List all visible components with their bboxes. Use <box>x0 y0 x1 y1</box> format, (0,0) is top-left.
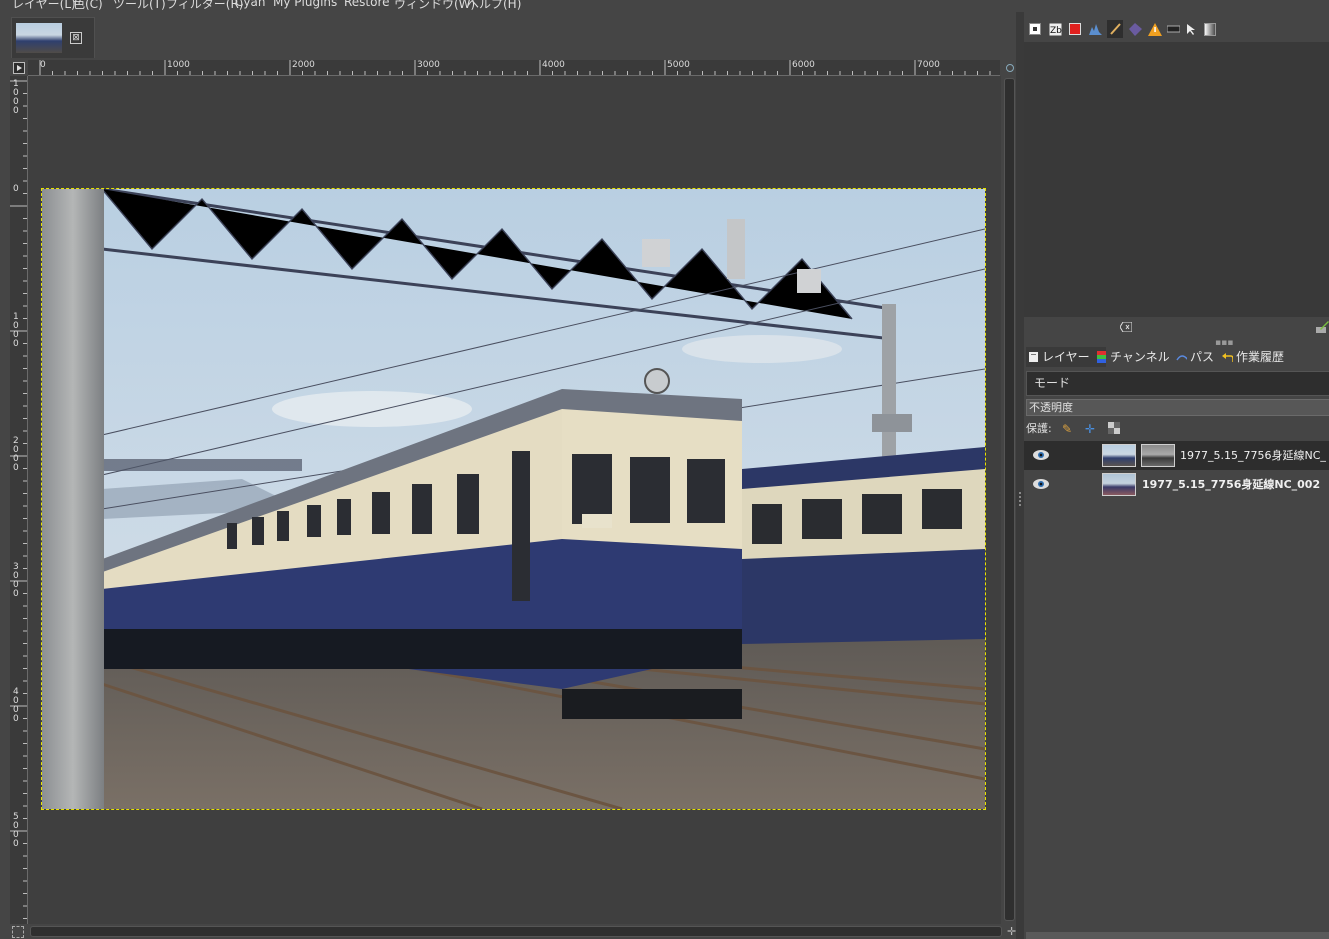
lock-pixels-icon[interactable]: ✎ <box>1060 422 1074 436</box>
dock-footer <box>1024 317 1329 339</box>
tab-paths-label: パス <box>1190 350 1215 364</box>
undo-icon <box>1222 353 1233 362</box>
vertical-ruler[interactable] <box>10 76 28 924</box>
color-swatch-icon[interactable] <box>1067 20 1083 38</box>
tab-undo-history[interactable]: 作業履歴 <box>1220 347 1304 367</box>
dock-divider[interactable] <box>1016 12 1024 939</box>
menubar: レイヤー(L) 色(C) ツール(T) フィルター(R) Cyan My Plu… <box>0 0 1329 12</box>
ruler-label: 3000 <box>13 562 19 599</box>
histogram-icon[interactable] <box>1087 20 1103 38</box>
font-icon[interactable]: Zb <box>1047 20 1063 38</box>
tab-undo-history-label: 作業履歴 <box>1236 350 1285 364</box>
ruler-label: 2000 <box>13 436 19 473</box>
ruler-label: 6000 <box>792 60 815 70</box>
menu-layer[interactable]: レイヤー(L) <box>12 0 76 12</box>
layer-name[interactable]: 1977_5.15_7756身延線NC_ <box>1180 447 1326 463</box>
menu-cyan[interactable]: Cyan <box>235 0 265 9</box>
lock-position-icon[interactable]: ✛ <box>1083 422 1097 436</box>
ruler-label: 4000 <box>13 687 19 724</box>
left-dock-edge <box>0 58 10 939</box>
ruler-label: 1000 <box>13 312 19 349</box>
menu-help[interactable]: ヘルプ(H) <box>467 0 521 12</box>
layer-row[interactable]: 1977_5.15_7756身延線NC_ <box>1024 441 1329 470</box>
navigate-cross-icon[interactable]: ✛ <box>1007 926 1016 937</box>
brush-icon[interactable] <box>1107 20 1123 38</box>
menu-color[interactable]: 色(C) <box>73 0 103 12</box>
ruler-menu-button[interactable] <box>13 62 25 74</box>
menu-tools[interactable]: ツール(T) <box>113 0 166 12</box>
layer-thumbnail[interactable] <box>1102 444 1136 467</box>
navigate-icon[interactable] <box>1006 64 1014 72</box>
pointer-icon[interactable] <box>1183 20 1199 38</box>
opacity-slider[interactable]: 不透明度 <box>1026 399 1329 416</box>
divider-grip[interactable] <box>1019 492 1023 506</box>
ruler-label: 2000 <box>292 60 315 70</box>
menu-windows[interactable]: ウィンドウ(W) <box>394 0 475 12</box>
layer-row[interactable]: 1977_5.15_7756身延線NC_002 <box>1024 470 1329 499</box>
eye-icon[interactable] <box>1032 476 1050 492</box>
scrollbar-thumb[interactable] <box>30 926 1002 937</box>
ruler-label: 0 <box>40 60 46 70</box>
layer-mask-thumbnail[interactable] <box>1141 444 1175 467</box>
image-content[interactable] <box>42 189 985 809</box>
image-icon[interactable] <box>1027 20 1043 38</box>
ruler-label: 0 <box>13 184 19 194</box>
ruler-label: 5000 <box>13 812 19 849</box>
layers-icon <box>1029 352 1038 362</box>
gradient-icon[interactable] <box>1202 20 1218 38</box>
image-tab-thumbnail <box>16 23 62 53</box>
tab-channels-label: チャンネル <box>1110 350 1170 364</box>
ruler-label: 7000 <box>917 60 940 70</box>
tab-layers-label: レイヤー <box>1042 350 1090 364</box>
channels-icon <box>1097 351 1106 363</box>
horizontal-scrollbar[interactable] <box>30 925 1002 938</box>
layer-name[interactable]: 1977_5.15_7756身延線NC_002 <box>1142 476 1320 492</box>
pattern-icon[interactable] <box>1127 20 1143 38</box>
eye-icon[interactable] <box>1032 447 1050 463</box>
svg-text:Zb: Zb <box>1050 26 1062 36</box>
dock-bottom-bar <box>1026 932 1329 939</box>
ruler-label: 5000 <box>667 60 690 70</box>
dock-tab-bar: Zb <box>1024 17 1329 41</box>
lock-label: 保護: <box>1026 422 1052 435</box>
tab-channels[interactable]: チャンネル <box>1094 347 1185 367</box>
quick-mask-icon[interactable] <box>12 926 24 938</box>
edit-icon[interactable] <box>1316 321 1329 333</box>
menu-filters[interactable]: フィルター(R) <box>166 0 243 12</box>
close-icon[interactable]: ⊠ <box>70 32 82 44</box>
warning-icon[interactable] <box>1147 20 1163 38</box>
ruler-label: 1000 <box>167 60 190 70</box>
ruler-label: 1000 <box>13 79 19 116</box>
image-tab-strip: ⊠ <box>0 12 1020 58</box>
ruler-label: 4000 <box>542 60 565 70</box>
backspace-icon[interactable] <box>1120 322 1132 332</box>
layer-thumbnail[interactable] <box>1102 473 1136 496</box>
gradient-editor-icon[interactable] <box>1165 20 1181 38</box>
layer-list[interactable] <box>1024 441 1329 931</box>
ruler-ticks <box>10 80 27 919</box>
menu-my-plugins[interactable]: My Plugins <box>273 0 337 9</box>
ruler-label: 3000 <box>417 60 440 70</box>
paths-icon <box>1176 355 1187 361</box>
menu-restore[interactable]: Restore <box>344 0 390 9</box>
brushes-panel[interactable] <box>1024 42 1329 317</box>
lock-alpha-icon[interactable] <box>1107 422 1121 436</box>
scrollbar-thumb[interactable] <box>1004 78 1015 921</box>
layer-mode-select[interactable]: モード <box>1026 371 1329 396</box>
layers-tab-bar: レイヤー チャンネル パス 作業履歴 <box>1024 345 1329 367</box>
vertical-scrollbar[interactable] <box>1003 76 1016 924</box>
image-tab[interactable]: ⊠ <box>11 17 95 58</box>
